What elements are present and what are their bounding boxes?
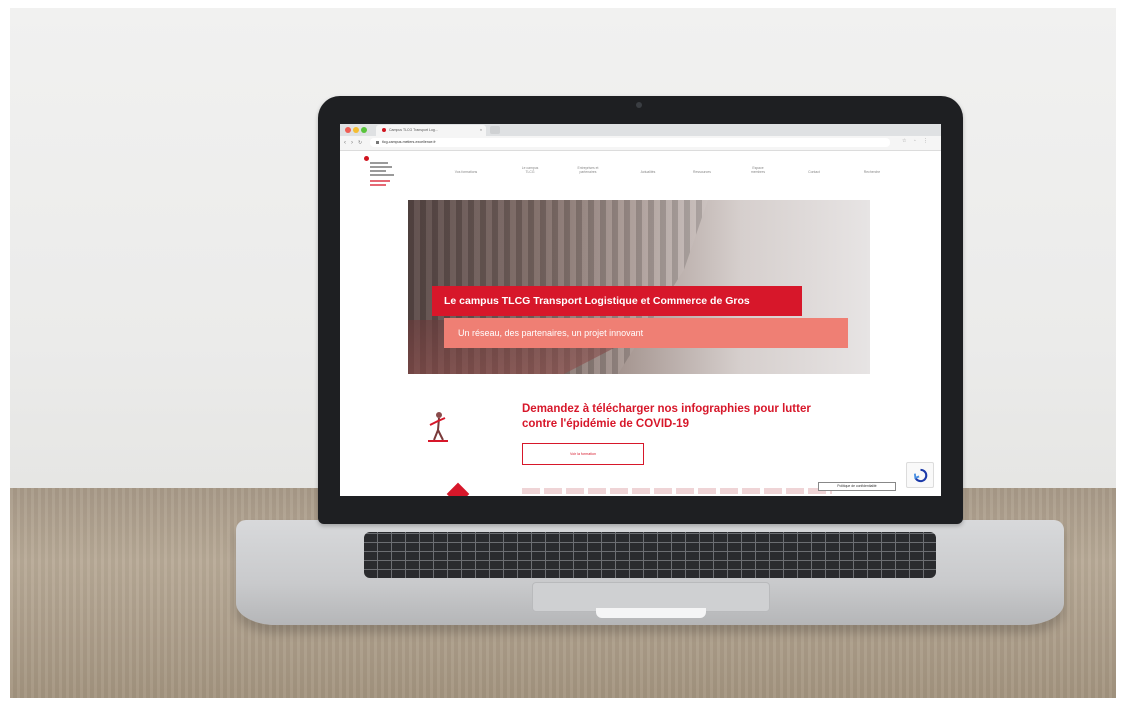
recaptcha-badge[interactable]	[906, 462, 934, 488]
hero-subtitle: Un réseau, des partenaires, un projet in…	[444, 318, 848, 348]
tlcg-logo[interactable]	[364, 156, 404, 198]
laptop-keyboard	[364, 532, 936, 578]
nav-item-espace-membres[interactable]: Espace membres	[738, 166, 778, 174]
maximize-window-icon[interactable]	[361, 127, 367, 133]
cta-heading: Demandez à télécharger nos infographies …	[522, 403, 811, 430]
logo-dot	[364, 156, 369, 161]
nav-item-actualites[interactable]: Actualités	[626, 170, 670, 174]
recaptcha-icon	[913, 468, 928, 483]
laptop-lid: Campus TLCG Transport Log… × ‹ › ↻ tlcg-…	[318, 96, 963, 524]
back-button[interactable]: ‹	[344, 139, 346, 147]
webcam	[636, 102, 642, 108]
close-window-icon[interactable]	[345, 127, 351, 133]
nav-item-recherche[interactable]: Recherche	[850, 170, 894, 174]
forward-button[interactable]: ›	[351, 139, 353, 147]
decorative-shape	[446, 482, 470, 496]
tab-close-icon[interactable]: ×	[480, 125, 482, 136]
browser-tab-bar: Campus TLCG Transport Log… ×	[340, 124, 941, 136]
lock-icon	[376, 140, 379, 144]
person-illustration-icon	[428, 412, 448, 442]
laptop-notch	[596, 608, 706, 618]
laptop-base	[236, 520, 1064, 625]
toolbar-icons[interactable]: ☆ ◦ ⋮	[902, 138, 931, 144]
favicon-icon	[382, 128, 386, 133]
hero-title: Le campus TLCG Transport Logistique et C…	[432, 286, 802, 316]
laptop-screen: Campus TLCG Transport Log… × ‹ › ↻ tlcg-…	[340, 124, 941, 496]
nav-item-formations[interactable]: Vos formations	[440, 170, 492, 174]
tab-title: Campus TLCG Transport Log…	[389, 128, 439, 132]
nav-item-ressources[interactable]: Ressources	[680, 170, 724, 174]
url-text: tlcg-campus-metiers-excellence.fr	[382, 140, 436, 144]
faint-text-line	[522, 488, 832, 494]
nav-item-campus[interactable]: Le campus TLCG	[510, 166, 550, 174]
reload-button[interactable]: ↻	[358, 139, 362, 147]
browser-toolbar: ‹ › ↻ tlcg-campus-metiers-excellence.fr …	[340, 136, 941, 151]
scene: Campus TLCG Transport Log… × ‹ › ↻ tlcg-…	[0, 0, 1126, 703]
main-nav: Vos formations Le campus TLCG Entreprise…	[440, 166, 940, 186]
nav-item-contact[interactable]: Contact	[796, 170, 832, 174]
new-tab-button[interactable]	[490, 126, 500, 134]
privacy-tooltip: Politique de confidentialité	[818, 482, 896, 491]
nav-item-entreprises[interactable]: Entreprises et partenaires	[564, 166, 612, 174]
hero-banner: Le campus TLCG Transport Logistique et C…	[408, 200, 870, 374]
browser-tab[interactable]: Campus TLCG Transport Log… ×	[376, 125, 486, 136]
cta-button[interactable]: Voir la formation	[522, 443, 644, 465]
minimize-window-icon[interactable]	[353, 127, 359, 133]
address-bar[interactable]: tlcg-campus-metiers-excellence.fr	[370, 138, 890, 147]
